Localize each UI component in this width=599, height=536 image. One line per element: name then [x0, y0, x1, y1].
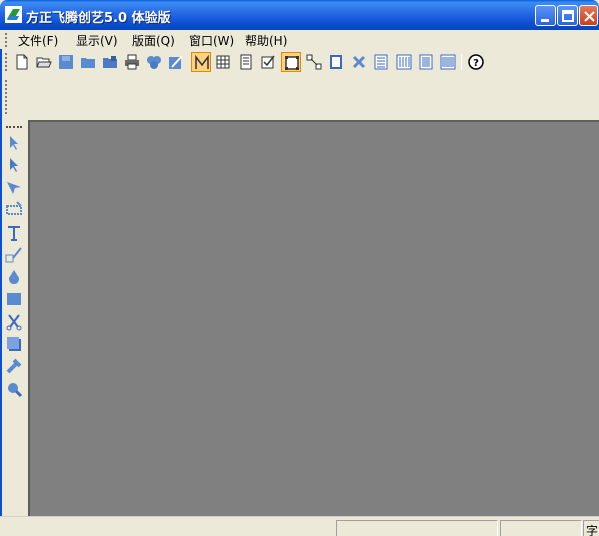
- checkbox-icon: [261, 55, 275, 69]
- text-page-button[interactable]: [371, 52, 391, 72]
- frame-toggle-button[interactable]: [281, 52, 301, 72]
- folder-button[interactable]: [78, 52, 98, 72]
- marker-toggle-icon: [195, 55, 209, 69]
- fill-icon: [9, 270, 19, 284]
- checkbox-button[interactable]: [258, 52, 278, 72]
- close-icon: [584, 11, 595, 22]
- delete-link-icon: [352, 55, 366, 69]
- open-button[interactable]: [34, 52, 54, 72]
- maximize-button[interactable]: [557, 5, 578, 26]
- palette-grip[interactable]: [6, 126, 22, 128]
- minimize-button[interactable]: [535, 5, 556, 26]
- vertical-columns-icon: [440, 54, 456, 70]
- marker-toggle-button[interactable]: [191, 52, 211, 72]
- status-pane-text: 字: [586, 524, 599, 536]
- scissors-tool[interactable]: [5, 313, 23, 331]
- group-icon: [147, 56, 161, 69]
- new-document-button[interactable]: [12, 52, 32, 72]
- title-bar[interactable]: 方正飞腾创艺5.0 体验版: [0, 0, 599, 30]
- scissors-icon: [6, 314, 22, 331]
- menu-file[interactable]: 文件(F): [18, 32, 58, 49]
- vertical-columns-button[interactable]: [438, 52, 458, 72]
- shadow-tool[interactable]: [5, 335, 23, 353]
- status-pane-3: 字: [583, 520, 599, 536]
- app-logo-icon: [5, 6, 22, 23]
- eyedropper-icon: [6, 358, 22, 374]
- group-button[interactable]: [144, 52, 164, 72]
- status-pane-1: [336, 520, 498, 536]
- zoom-icon: [8, 383, 23, 398]
- columns-button[interactable]: [394, 52, 414, 72]
- secondary-toolbar-grip[interactable]: [5, 80, 7, 114]
- status-pane-2: [500, 520, 582, 536]
- crop-tool[interactable]: [5, 200, 23, 218]
- rect-frame-button[interactable]: [326, 52, 346, 72]
- minimize-icon: [541, 19, 549, 22]
- save-icon: [59, 55, 73, 69]
- save-button[interactable]: [56, 52, 76, 72]
- frame-toggle-icon: [285, 56, 299, 70]
- print-icon: [125, 54, 139, 70]
- text-page-icon: [374, 54, 388, 70]
- image-edit-button[interactable]: [166, 52, 186, 72]
- connect-button[interactable]: [304, 52, 324, 72]
- close-button[interactable]: [579, 5, 598, 26]
- folder-save-icon: [103, 56, 117, 68]
- crop-icon: [6, 201, 22, 215]
- grid-button[interactable]: [213, 52, 233, 72]
- select-tool[interactable]: [5, 134, 23, 152]
- direct-select-icon: [10, 158, 18, 172]
- pen-tool-icon: [5, 247, 22, 263]
- menu-bar: 文件(F) 显示(V) 版面(Q) 窗口(W) 帮助(H): [0, 30, 599, 49]
- document-canvas[interactable]: [28, 120, 599, 516]
- rect-frame-icon: [330, 55, 342, 69]
- menubar-grip[interactable]: [5, 33, 7, 47]
- text-tool-icon: [8, 226, 20, 241]
- zoom-tool[interactable]: [5, 380, 23, 398]
- page-icon: [240, 54, 252, 70]
- eyedropper-tool[interactable]: [5, 357, 23, 375]
- menu-window[interactable]: 窗口(W): [189, 32, 234, 49]
- rectangle-tool[interactable]: [5, 290, 23, 308]
- page-button[interactable]: [236, 52, 256, 72]
- pen-tool[interactable]: [5, 246, 23, 264]
- main-toolbar: ?: [0, 50, 599, 75]
- connect-icon: [306, 54, 322, 70]
- text-block-icon: [419, 54, 433, 70]
- text-tool[interactable]: [5, 224, 23, 242]
- toolbar-separator: [461, 54, 462, 70]
- secondary-toolbar: [0, 76, 599, 118]
- folder-icon: [81, 58, 95, 68]
- columns-icon: [396, 54, 412, 70]
- svg-text:?: ?: [473, 58, 479, 69]
- open-folder-icon: [36, 57, 52, 68]
- select-arrow-icon: [10, 136, 18, 150]
- print-button[interactable]: [122, 52, 142, 72]
- toolbar-grip[interactable]: [5, 53, 7, 71]
- status-bar: 字: [0, 516, 599, 536]
- fill-tool[interactable]: [5, 268, 23, 286]
- menu-layout[interactable]: 版面(Q): [132, 32, 175, 49]
- rectangle-icon: [7, 293, 21, 305]
- image-edit-icon: [169, 55, 183, 69]
- help-icon: ?: [468, 54, 484, 70]
- rotate-tool[interactable]: [5, 178, 23, 196]
- direct-select-tool[interactable]: [5, 156, 23, 174]
- rotate-icon: [7, 182, 21, 194]
- menu-help[interactable]: 帮助(H): [245, 32, 287, 49]
- folder-save-button[interactable]: [100, 52, 120, 72]
- tool-palette: [0, 120, 28, 516]
- grid-icon: [216, 55, 230, 69]
- new-document-icon: [16, 54, 28, 70]
- window-title: 方正飞腾创艺5.0 体验版: [26, 11, 171, 26]
- delete-link-button[interactable]: [349, 52, 369, 72]
- shadow-icon: [7, 337, 21, 351]
- text-block-button[interactable]: [416, 52, 436, 72]
- menu-view[interactable]: 显示(V): [76, 32, 118, 49]
- help-button[interactable]: ?: [466, 52, 486, 72]
